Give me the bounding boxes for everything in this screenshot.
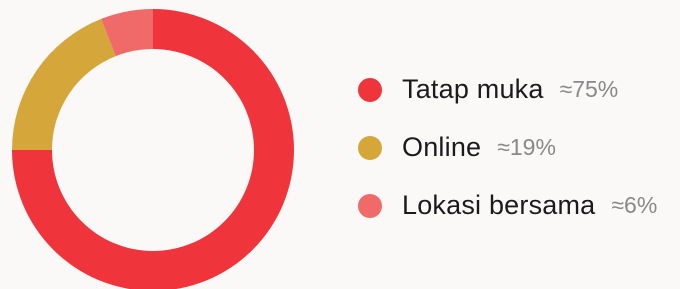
legend-swatch-tatap-muka	[358, 77, 382, 102]
legend-swatch-online	[358, 135, 382, 160]
legend: Tatap muka ≈75% Online ≈19% Lokasi bersa…	[358, 74, 657, 221]
legend-value-tatap-muka: ≈75%	[559, 76, 619, 102]
legend-value-online: ≈19%	[497, 134, 556, 160]
legend-value-lokasi-bersama: ≈6%	[611, 192, 658, 218]
legend-label-online: Online	[402, 132, 482, 162]
legend-label-tatap-muka: Tatap muka	[402, 74, 544, 104]
legend-swatch-lokasi-bersama	[358, 193, 382, 218]
legend-item-online: Online ≈19%	[358, 132, 657, 163]
chart-container: Tatap muka ≈75% Online ≈19% Lokasi bersa…	[0, 0, 680, 289]
legend-label-lokasi-bersama: Lokasi bersama	[402, 190, 596, 220]
donut-slice-online	[12, 18, 116, 150]
donut-chart	[12, 9, 294, 289]
legend-item-lokasi-bersama: Lokasi bersama ≈6%	[358, 190, 657, 221]
legend-item-tatap-muka: Tatap muka ≈75%	[358, 74, 657, 105]
